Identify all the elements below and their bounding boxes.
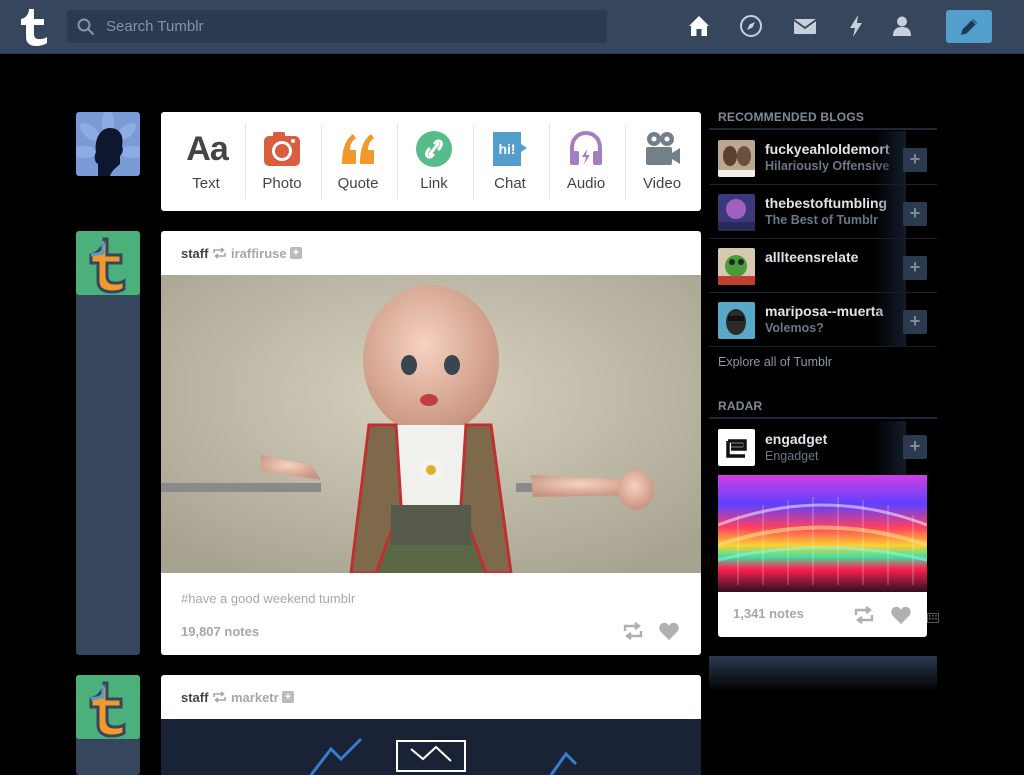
post-type-text[interactable]: Aa Text	[168, 112, 244, 211]
account-icon[interactable]	[889, 13, 915, 39]
radar-notes-count[interactable]: 1,341 notes	[733, 606, 804, 621]
follow-button[interactable]: +	[903, 435, 927, 459]
blog-avatar	[718, 140, 755, 177]
recommended-blog-item[interactable]: fuckyeahloldemort Hilariously Offensive …	[709, 131, 937, 185]
like-heart-icon[interactable]	[890, 605, 912, 625]
post-card: staff iraffiruse + #have a good weekend …	[161, 231, 701, 655]
post-type-label: Link	[420, 175, 448, 192]
search-input[interactable]: Search Tumblr	[67, 10, 607, 43]
divider	[709, 128, 937, 130]
post-author[interactable]: staff	[181, 690, 208, 705]
recommended-blog-item[interactable]: thebestoftumbling The Best of Tumblr +	[709, 185, 937, 239]
sidebar-bottom-fade	[709, 656, 937, 692]
post-photo[interactable]	[161, 719, 701, 775]
staff-avatar[interactable]	[76, 675, 140, 739]
blog-avatar	[718, 248, 755, 285]
audio-icon	[570, 130, 602, 165]
explore-link[interactable]: Explore all of Tumblr	[718, 355, 832, 369]
video-icon	[646, 132, 680, 165]
post-type-bar: Aa Text Photo Quote Link hi! Chat Audio …	[161, 112, 701, 211]
post-photo[interactable]	[161, 275, 701, 573]
search-placeholder: Search Tumblr	[106, 18, 204, 35]
compose-button[interactable]	[946, 10, 992, 43]
blog-avatar	[718, 194, 755, 231]
explore-icon[interactable]	[738, 13, 764, 39]
reblog-icon	[213, 691, 226, 703]
text-icon: Aa	[186, 130, 228, 168]
like-heart-icon[interactable]	[658, 621, 680, 641]
follow-button[interactable]: +	[903, 256, 927, 280]
post-type-label: Photo	[262, 175, 302, 192]
post-header: staff marketr +	[161, 675, 701, 719]
divider	[709, 417, 937, 419]
chat-icon: hi!	[493, 132, 527, 166]
staff-avatar[interactable]	[76, 231, 140, 295]
post-type-chat[interactable]: hi! Chat	[472, 112, 548, 211]
follow-source-button[interactable]: +	[290, 247, 302, 259]
post-card: staff marketr +	[161, 675, 701, 775]
follow-button[interactable]: +	[903, 310, 927, 334]
post-type-video[interactable]: Video	[624, 112, 700, 211]
reblog-source[interactable]: marketr	[231, 690, 279, 705]
post-type-label: Audio	[566, 175, 606, 192]
photo-icon	[264, 132, 300, 166]
post-type-audio[interactable]: Audio	[548, 112, 624, 211]
reblog-button-icon[interactable]	[622, 621, 644, 641]
pencil-icon	[961, 19, 977, 35]
reblog-icon	[213, 247, 226, 259]
follow-button[interactable]: +	[903, 202, 927, 226]
post-type-label: Text	[192, 175, 220, 192]
post-author[interactable]: staff	[181, 246, 208, 261]
activity-icon[interactable]	[843, 13, 869, 39]
reblog-button-icon[interactable]	[853, 605, 875, 625]
post-header: staff iraffiruse +	[161, 231, 701, 275]
search-icon	[77, 18, 95, 36]
radar-title: RADAR	[718, 399, 763, 413]
svg-text:hi!: hi!	[498, 141, 515, 157]
post-type-label: Chat	[494, 175, 526, 192]
tumblr-logo-icon[interactable]	[17, 6, 51, 48]
link-icon	[416, 131, 452, 167]
post-type-label: Video	[642, 175, 682, 192]
post-type-link[interactable]: Link	[396, 112, 472, 211]
post-type-quote[interactable]: Quote	[320, 112, 396, 211]
radar-blog-item[interactable]: engadget Engadget +	[709, 421, 937, 475]
follow-source-button[interactable]: +	[282, 691, 294, 703]
recommended-blogs-title: RECOMMENDED BLOGS	[718, 110, 865, 124]
home-icon[interactable]	[686, 13, 712, 39]
post-type-photo[interactable]: Photo	[244, 112, 320, 211]
post-notes-count[interactable]: 19,807 notes	[181, 624, 259, 639]
post-tag[interactable]: #have a good weekend tumblr	[181, 591, 355, 606]
blog-avatar	[718, 302, 755, 339]
quote-icon	[342, 134, 374, 164]
post-type-label: Quote	[337, 175, 379, 192]
top-navbar: Search Tumblr	[0, 0, 1024, 54]
follow-button[interactable]: +	[903, 148, 927, 172]
keyboard-icon[interactable]	[927, 612, 939, 624]
inbox-icon[interactable]	[792, 13, 818, 39]
user-avatar[interactable]	[76, 112, 140, 176]
recommended-blog-item[interactable]: mariposa--muerta Volemos? +	[709, 293, 937, 347]
engadget-avatar	[718, 429, 755, 466]
reblog-source[interactable]: iraffiruse	[231, 246, 287, 261]
recommended-blog-item[interactable]: alllteensrelate +	[709, 239, 937, 293]
radar-post-image[interactable]	[718, 475, 927, 592]
